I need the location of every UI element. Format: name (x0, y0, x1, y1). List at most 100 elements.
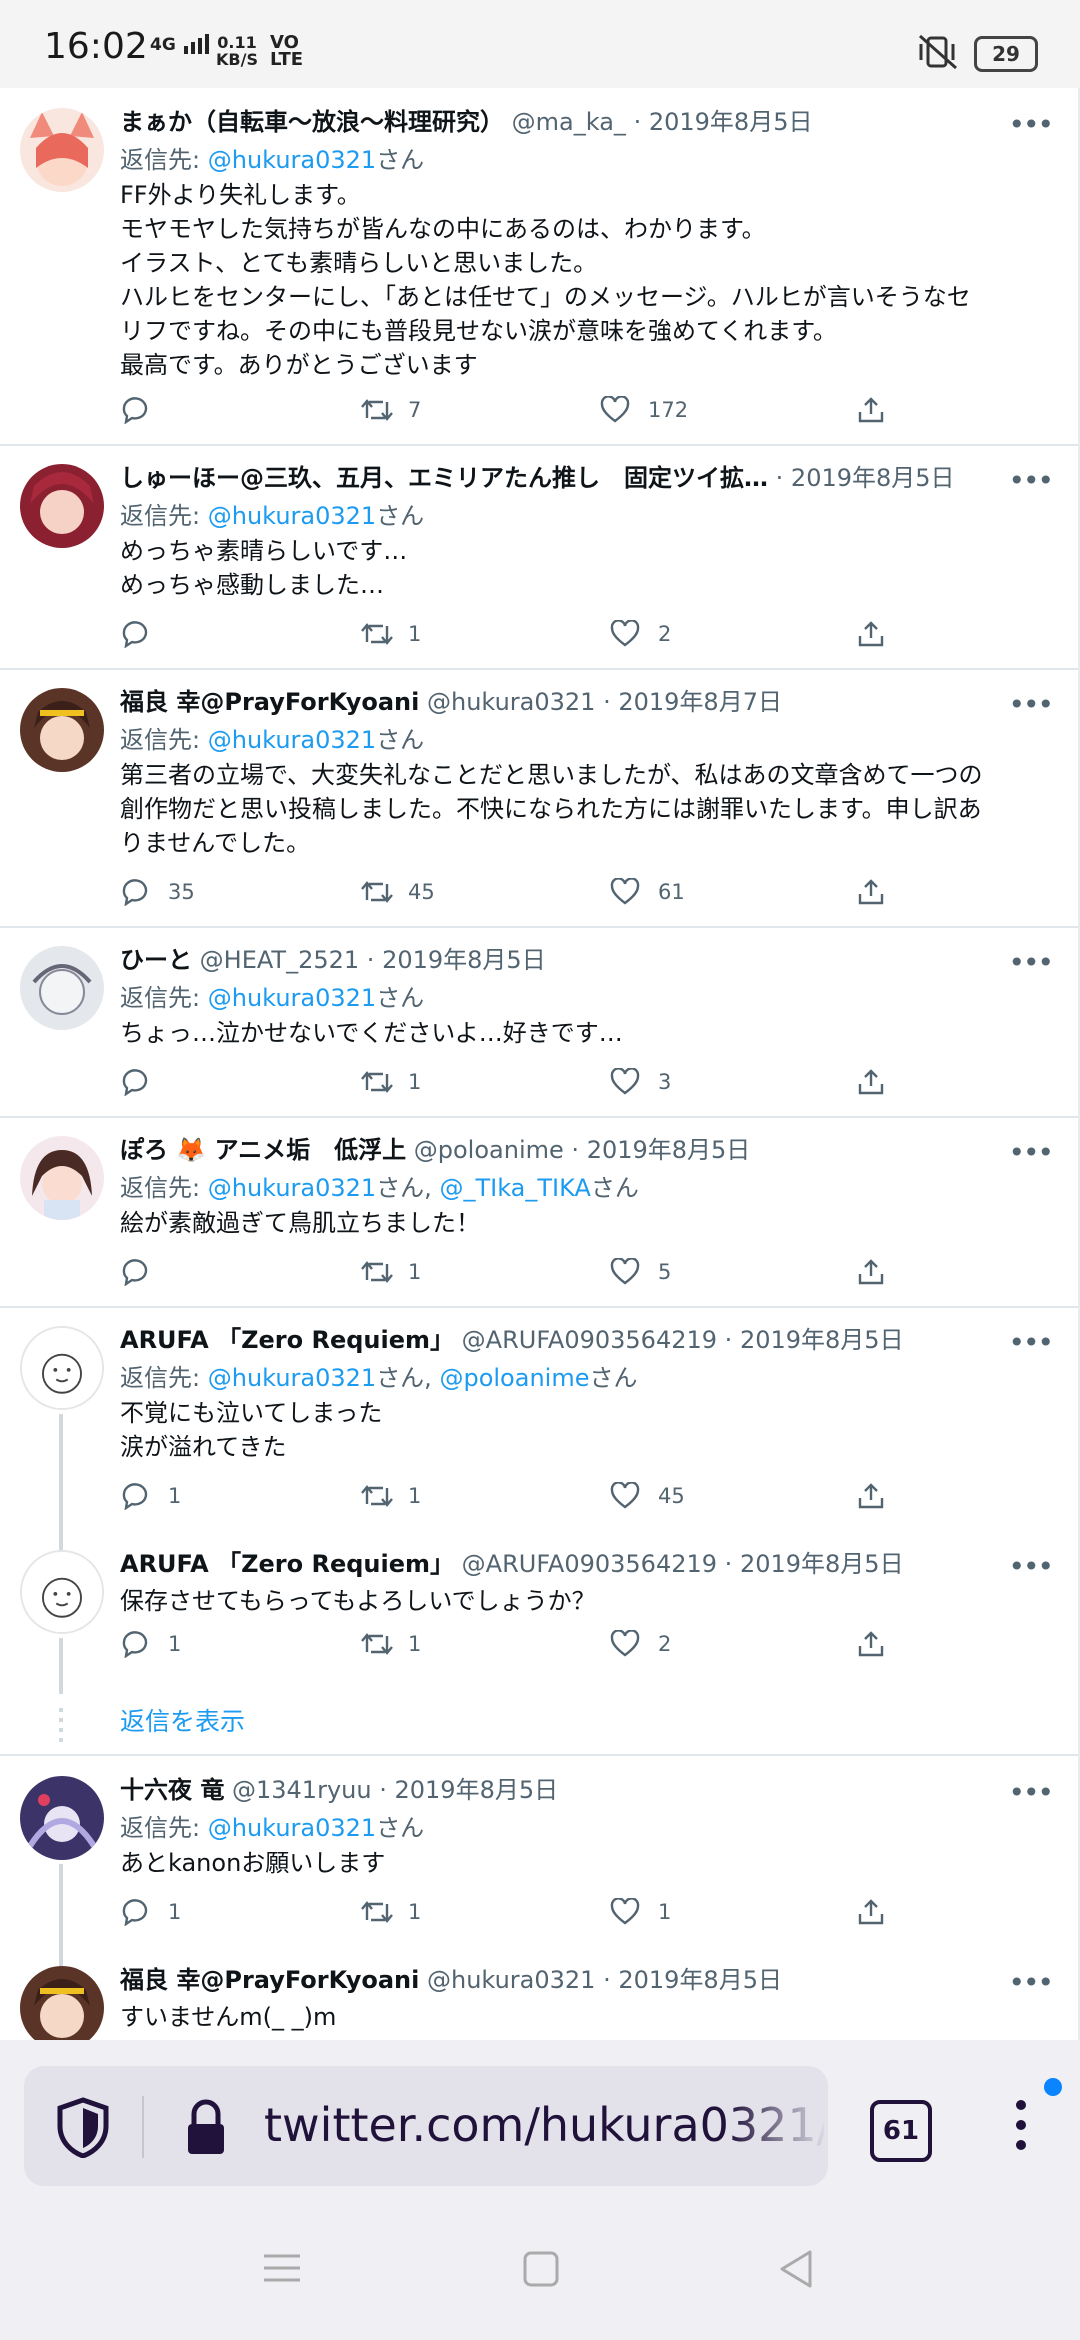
author-handle[interactable]: @ARUFA0903564219 (462, 1550, 717, 1578)
tweet-date[interactable]: 2019年8月5日 (649, 108, 813, 136)
author-name[interactable]: ひーと (120, 946, 192, 974)
more-options-icon[interactable]: ••• (1008, 1326, 1054, 1359)
more-options-icon[interactable]: ••• (1008, 1550, 1054, 1583)
reply-mention[interactable]: @hukura0321 (208, 1174, 376, 1202)
home-icon[interactable] (522, 2250, 560, 2288)
author-name[interactable]: 十六夜 竜 (120, 1776, 224, 1804)
reply-feed[interactable]: まぁか（自転車〜放浪〜料理研究） @ma_ka_ · 2019年8月5日 返信先… (0, 88, 1080, 2040)
reply-mention[interactable]: @hukura0321 (208, 502, 376, 530)
tweet-date[interactable]: 2019年8月5日 (740, 1326, 904, 1354)
tweet-header: ARUFA 「Zero Requiem」 @ARUFA0903564219 · … (120, 1544, 1054, 1584)
tweet[interactable]: ARUFA 「Zero Requiem」 @ARUFA0903564219 · … (0, 1530, 1078, 1674)
more-options-icon[interactable]: ••• (1008, 1776, 1054, 1809)
reply-mention[interactable]: @hukura0321 (208, 1814, 376, 1842)
retweet-icon (361, 623, 393, 645)
reply-mention[interactable]: @poloanime (439, 1364, 589, 1392)
tracking-protection-shield-icon[interactable] (54, 2096, 112, 2158)
reply-prefix: 返信先: (120, 984, 201, 1012)
retweet-icon (361, 399, 393, 421)
author-name[interactable]: 福良 幸@PrayForKyoani (120, 1966, 419, 1994)
author-handle[interactable]: @hukura0321 (427, 688, 595, 716)
author-handle[interactable]: @ARUFA0903564219 (462, 1326, 717, 1354)
more-options-icon[interactable]: ••• (1008, 1136, 1054, 1169)
reply-mention[interactable]: @hukura0321 (208, 1364, 376, 1392)
back-icon[interactable] (778, 2248, 814, 2290)
more-options-icon[interactable]: ••• (1008, 946, 1054, 979)
more-options-icon[interactable]: ••• (1008, 688, 1054, 721)
author-name[interactable]: ARUFA 「Zero Requiem」 (120, 1550, 454, 1578)
author-name[interactable]: ぽろ 🦊 アニメ垢 低浮上 (120, 1136, 406, 1164)
author-name[interactable]: 福良 幸@PrayForKyoani (120, 688, 419, 716)
avatar[interactable] (20, 688, 104, 772)
tweet-date[interactable]: 2019年8月7日 (618, 688, 782, 716)
avatar[interactable] (20, 1776, 104, 1860)
tweet-date[interactable]: 2019年8月5日 (587, 1136, 751, 1164)
avatar[interactable] (20, 946, 104, 1030)
tweet[interactable]: ARUFA 「Zero Requiem」 @ARUFA0903564219 · … (0, 1306, 1078, 1530)
more-options-icon[interactable]: ••• (1008, 464, 1054, 497)
tweet-date[interactable]: 2019年8月5日 (395, 1776, 559, 1804)
show-replies-link[interactable]: 返信を表示 (120, 1702, 245, 1738)
tweet[interactable]: まぁか（自転車〜放浪〜料理研究） @ma_ka_ · 2019年8月5日 返信先… (0, 88, 1078, 446)
date-separator: · (571, 1136, 580, 1164)
more-options-icon[interactable]: ••• (1008, 1966, 1054, 1999)
reply-mention[interactable]: @hukura0321 (208, 726, 376, 754)
tab-counter-button[interactable]: 61 (870, 2100, 932, 2162)
tweet[interactable]: ぽろ 🦊 アニメ垢 低浮上 @poloanime · 2019年8月5日 返信先… (0, 1116, 1078, 1308)
tweet-line: すいませんm(_ _)m (120, 2003, 337, 2031)
tweet-line: 最高です。ありがとうございます (120, 351, 478, 379)
retweet-count: 7 (408, 398, 422, 422)
tweet-header: 福良 幸@PrayForKyoani @hukura0321 · 2019年8月… (120, 1960, 1054, 2000)
avatar[interactable] (20, 1966, 104, 2040)
avatar[interactable] (20, 1136, 104, 1220)
tweet[interactable]: ひーと @HEAT_2521 · 2019年8月5日 返信先: @hukura0… (0, 926, 1078, 1118)
retweet-count: 1 (408, 1900, 422, 1924)
share-icon (858, 1483, 884, 1509)
retweet-count: 1 (408, 1484, 422, 1508)
tweet-line: 涙が溢れてきた (120, 1433, 287, 1461)
tweet-line: めっちゃ感動しました… (120, 571, 384, 599)
tweet[interactable]: しゅーほー@三玖、五月、エミリアたん推し 固定ツイ拡… · 2019年8月5日 … (0, 444, 1078, 670)
date-separator: · (775, 464, 784, 492)
reply-to: 返信先: @hukura0321さん (120, 722, 1054, 758)
reply-prefix: 返信先: (120, 1364, 201, 1392)
like-count: 5 (658, 1260, 672, 1284)
volte-indicator: VO LTE (270, 34, 303, 69)
author-handle[interactable]: @1341ryuu (232, 1776, 372, 1804)
heart-icon (610, 1258, 640, 1285)
reply-prefix: 返信先: (120, 502, 201, 530)
tweet-date[interactable]: 2019年8月5日 (740, 1550, 904, 1578)
more-options-icon[interactable]: ••• (1008, 108, 1054, 141)
recents-icon[interactable] (262, 2250, 302, 2286)
avatar[interactable] (20, 108, 104, 192)
author-name[interactable]: ARUFA 「Zero Requiem」 (120, 1326, 454, 1354)
reply-mention[interactable]: @_TIka_TIKA (439, 1174, 590, 1202)
reply-suffix: さん (376, 726, 425, 754)
browser-menu-icon[interactable] (1016, 2100, 1026, 2160)
author-handle[interactable]: @HEAT_2521 (200, 946, 360, 974)
author-handle[interactable]: @poloanime (414, 1136, 564, 1164)
tweet-date[interactable]: 2019年8月5日 (791, 464, 955, 492)
reply-to: 返信先: @hukura0321さん, @poloanimeさん (120, 1360, 1054, 1396)
avatar[interactable] (20, 464, 104, 548)
vibrate-mute-icon (919, 34, 957, 70)
reply-prefix: 返信先: (120, 1814, 201, 1842)
tweet-date[interactable]: 2019年8月5日 (618, 1966, 782, 1994)
reply-mention[interactable]: @hukura0321 (208, 984, 376, 1012)
author-handle[interactable]: @hukura0321 (427, 1966, 595, 1994)
tweet-date[interactable]: 2019年8月5日 (382, 946, 546, 974)
tweet[interactable]: 福良 幸@PrayForKyoani @hukura0321 · 2019年8月… (0, 1946, 1078, 2040)
date-separator: · (724, 1550, 733, 1578)
address-bar[interactable]: twitter.com/hukura0321/status (24, 2066, 828, 2186)
avatar[interactable] (20, 1326, 104, 1410)
avatar[interactable] (20, 1550, 104, 1634)
author-name[interactable]: しゅーほー@三玖、五月、エミリアたん推し 固定ツイ拡… (120, 464, 768, 492)
tweet[interactable]: 福良 幸@PrayForKyoani @hukura0321 · 2019年8月… (0, 668, 1078, 928)
author-handle[interactable]: @ma_ka_ (512, 108, 626, 136)
heart-icon (610, 1482, 640, 1509)
reply-mention[interactable]: @hukura0321 (208, 146, 376, 174)
tweet[interactable]: 十六夜 竜 @1341ryuu · 2019年8月5日 返信先: @hukura… (0, 1756, 1078, 1946)
lock-icon[interactable] (182, 2096, 230, 2158)
author-name[interactable]: まぁか（自転車〜放浪〜料理研究） (120, 108, 504, 136)
reply-prefix: 返信先: (120, 146, 201, 174)
